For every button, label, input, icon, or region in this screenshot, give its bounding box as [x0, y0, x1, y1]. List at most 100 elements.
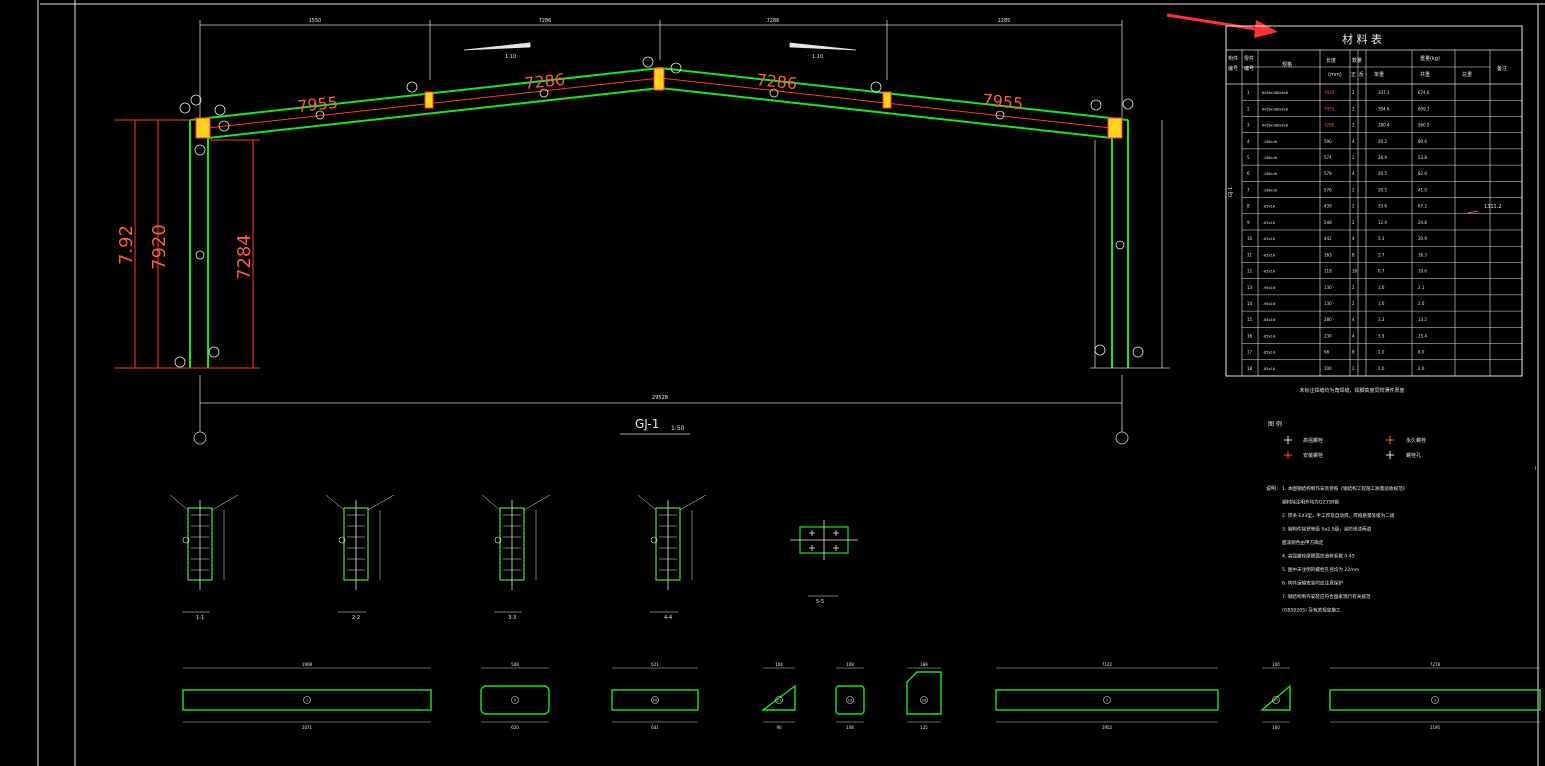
- column-dim-2: 7920: [149, 224, 170, 270]
- table-row: 17 -85x10 68 8 1.0 8.0: [1247, 350, 1425, 355]
- note-line: 面漆颜色由甲方确定: [1282, 539, 1324, 546]
- part-id: 9: [514, 699, 517, 703]
- row-sum-weight: 20.9: [1418, 236, 1427, 241]
- part-detail[interactable]: 16 189 125: [906, 662, 942, 730]
- row-spec: -280x16: [1262, 172, 1277, 176]
- table-row: 15 -85x10 280 4 3.3 13.2: [1247, 317, 1427, 322]
- table-row: 12 -85x10 118 16 0.7 10.6: [1247, 269, 1427, 274]
- part-detail[interactable]: 1 1908 2071: [182, 662, 432, 730]
- part-dim-bottom: 108: [846, 725, 854, 730]
- table-row: 1 H450x180x6x8 7920 2 337.3 674.6: [1247, 90, 1430, 95]
- row-qty: 4: [1352, 333, 1355, 338]
- row-unit-weight: 0.7: [1378, 269, 1385, 274]
- row-spec: -85x10: [1262, 351, 1275, 355]
- sheet-edge-mark: i: [1535, 466, 1536, 472]
- note-line: 1. 本图钢结构制作安装参照《钢结构工程施工质量验收规范》: [1282, 485, 1407, 492]
- section-detail[interactable]: 5-5: [790, 520, 858, 605]
- materials-table[interactable]: 材 料 表 GJ-1 1311.2 构件编号零件编号规格长度(mm)数量正 反重量…: [1225, 25, 1523, 377]
- part-dim-top: 508: [511, 662, 519, 667]
- span-dim-4: 2285: [998, 18, 1011, 24]
- portal-frame[interactable]: [189, 67, 1129, 368]
- row-length: 68: [1324, 350, 1330, 355]
- section-detail[interactable]: 4-4: [637, 494, 707, 621]
- table-header-cell: 数量: [1352, 57, 1362, 64]
- row-no: 18: [1247, 366, 1253, 371]
- row-unit-weight: 20.5: [1378, 171, 1387, 176]
- row-qty: 4: [1352, 139, 1355, 144]
- row-spec: H450x180x6x8: [1262, 124, 1288, 128]
- sheet-border: [37, 0, 1545, 766]
- table-row: 8 -85x10 439 2 33.6 67.2: [1247, 204, 1427, 209]
- slope-left-label: 1:10: [505, 54, 516, 60]
- legend-item-2: 安装螺栓: [1303, 452, 1323, 459]
- row-spec: -85x10: [1262, 205, 1275, 209]
- rafter-length-1: 7955: [296, 93, 338, 116]
- row-length: 130: [1324, 285, 1332, 290]
- table-header-cell: 单重: [1374, 71, 1384, 78]
- row-qty: 4: [1352, 317, 1355, 322]
- column-dim-1: 7.92: [116, 225, 137, 265]
- part-detail[interactable]: 9 508 620: [480, 662, 550, 730]
- total-weight-value: 1311.2: [1484, 204, 1502, 210]
- section-label: 3-3: [508, 615, 516, 621]
- section-detail[interactable]: 2-2: [325, 494, 395, 621]
- table-row: 18 -85x10 100 2 1.0 2.0: [1247, 366, 1425, 371]
- row-unit-weight: 280.4: [1378, 123, 1390, 128]
- section-detail[interactable]: 1-1: [169, 494, 239, 621]
- materials-footnote: 未标注焊缝均为角焊缝，焊脚高度同较薄件厚度: [1299, 387, 1404, 394]
- row-unit-weight: 20.5: [1378, 187, 1387, 192]
- top-span-labels: 1550 7286 7286 2285: [309, 18, 1011, 24]
- row-spec: -85x10: [1262, 318, 1275, 322]
- row-sum-weight: 67.2: [1418, 204, 1427, 209]
- part-dim-top: 7142: [1102, 662, 1113, 667]
- row-sum-weight: 609.1: [1418, 106, 1430, 111]
- row-no: 5: [1247, 155, 1250, 160]
- part-details[interactable]: 1190820719508620106216411110490121081081…: [182, 662, 1541, 730]
- part-detail[interactable]: 2 7142 1952: [995, 662, 1219, 730]
- part-detail[interactable]: 3 7278 1195: [1329, 662, 1541, 730]
- table-row: 7 -280x16 576 2 20.5 41.0: [1247, 187, 1427, 192]
- table-header-cell: 备注: [1497, 65, 1507, 72]
- frame-scale: 1:50: [671, 425, 685, 432]
- part-detail[interactable]: 17 100 100: [1260, 662, 1291, 730]
- row-no: 4: [1247, 139, 1250, 144]
- materials-table-title: 材 料 表: [1342, 32, 1382, 46]
- row-qty: 2: [1352, 220, 1355, 225]
- section-details[interactable]: 1-1 2-2 3-3 4-4 5-5: [169, 494, 858, 621]
- table-row: 2 H450x180x6x8 7955 2 304.6 609.1: [1247, 106, 1430, 111]
- row-qty: 4: [1352, 171, 1355, 176]
- part-dim-bottom: 1952: [1102, 725, 1113, 730]
- row-sum-weight: 10.6: [1418, 269, 1427, 274]
- row-sum-weight: 560.9: [1418, 123, 1430, 128]
- part-dim-bottom: 125: [920, 725, 928, 730]
- row-unit-weight: 20.2: [1378, 139, 1387, 144]
- section-detail[interactable]: 3-3: [481, 494, 551, 621]
- table-header-cell: 反: [1359, 71, 1364, 78]
- column-dim-3: 7284: [234, 234, 255, 280]
- row-unit-weight: 2.7: [1378, 252, 1385, 257]
- row-no: 17: [1247, 350, 1253, 355]
- part-detail[interactable]: 10 621 641: [611, 662, 699, 730]
- cad-drawing-canvas[interactable]: 1550 7286 7286 2285 1:10 1:10 7955 7286 …: [0, 0, 1545, 766]
- row-qty: 2: [1352, 285, 1355, 290]
- row-length: 439: [1324, 204, 1332, 209]
- table-header-cell: 编号: [1228, 65, 1238, 72]
- row-no: 6: [1247, 171, 1250, 176]
- part-dim-top: 108: [846, 662, 854, 667]
- row-unit-weight: 5.3: [1378, 236, 1385, 241]
- frame-label: GJ-1: [635, 417, 659, 431]
- row-unit-weight: 304.6: [1378, 106, 1390, 111]
- table-row: 14 -90x10 130 2 1.0 2.0: [1247, 301, 1425, 306]
- row-length: 576: [1324, 187, 1332, 192]
- row-sum-weight: 8.0: [1418, 350, 1425, 355]
- row-spec: -90x10: [1262, 286, 1275, 290]
- section-label: 1-1: [196, 615, 204, 621]
- row-sum-weight: 82.0: [1418, 171, 1427, 176]
- part-dim-top: 621: [651, 662, 659, 667]
- part-id: 16: [922, 699, 927, 703]
- row-length: 7286: [1324, 123, 1335, 128]
- row-length: 130: [1324, 301, 1332, 306]
- row-no: 2: [1247, 106, 1250, 111]
- part-detail[interactable]: 12 108 108: [835, 662, 865, 730]
- part-detail[interactable]: 11 104 90: [760, 662, 796, 730]
